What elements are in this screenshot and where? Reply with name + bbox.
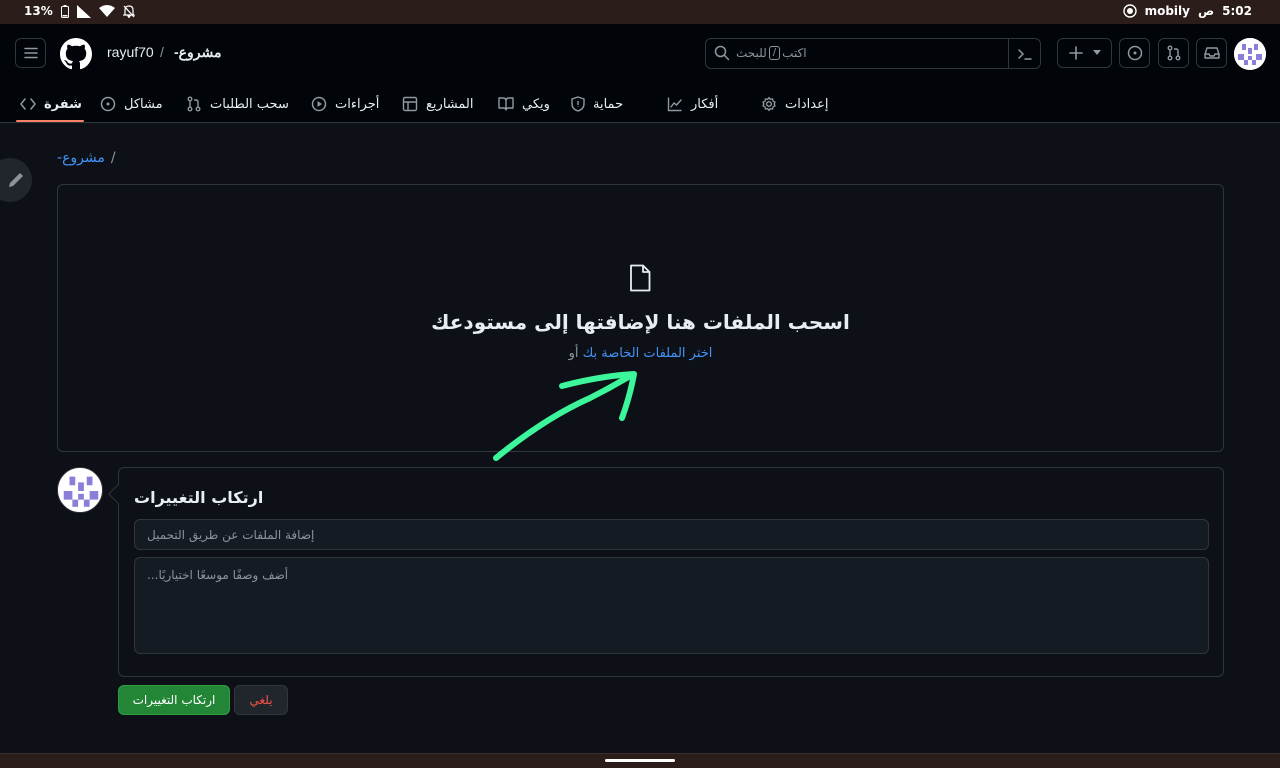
gesture-handle[interactable] — [605, 759, 675, 762]
tab-label: أجراءات — [335, 96, 380, 112]
play-icon — [311, 96, 327, 112]
battery-level: 13% — [24, 4, 53, 18]
tab-label: إعدادات — [785, 96, 829, 112]
commit-description-textarea[interactable] — [135, 558, 1208, 653]
tab-label: شفرة — [44, 96, 82, 112]
search-placeholder: اكتب / للبحث — [736, 46, 807, 60]
tab-pull-requests[interactable]: سحب الطلبات — [186, 91, 289, 117]
repo-header: rayuf70 / -مشروع اكتب / للبحث شفرة مشاكل… — [0, 24, 1280, 123]
path-separator: / — [110, 150, 116, 166]
issues-button[interactable] — [1119, 38, 1150, 68]
tab-actions[interactable]: أجراءات — [311, 91, 379, 117]
am-pm: ص — [1197, 4, 1215, 18]
search-shortcut-key: / — [768, 46, 781, 60]
search-placeholder-end: للبحث — [736, 46, 767, 60]
signal-icon — [76, 4, 91, 18]
owner-link[interactable]: rayuf70 — [107, 44, 154, 60]
battery-icon — [60, 4, 69, 18]
book-icon — [498, 97, 514, 111]
pull-request-icon — [187, 96, 201, 112]
table-icon — [402, 96, 418, 112]
chevron-down-icon — [1092, 50, 1101, 55]
tab-label: المشاريع — [426, 96, 474, 112]
tab-issues[interactable]: مشاكل — [100, 91, 163, 117]
tab-label: أفكار — [691, 96, 719, 112]
tab-code[interactable]: شفرة — [20, 91, 82, 117]
cancel-button[interactable]: يلغي — [234, 685, 288, 715]
notifications-off-icon — [122, 4, 135, 18]
system-navigation-bar — [0, 753, 1280, 768]
drop-zone-title: اسحب الملفات هنا لإضافتها إلى مستودعك — [431, 310, 850, 334]
user-avatar[interactable] — [1234, 38, 1266, 70]
committer-avatar — [57, 467, 103, 513]
create-new-button[interactable] — [1057, 38, 1112, 68]
pull-requests-button[interactable] — [1158, 38, 1189, 68]
crumb-separator: / — [160, 44, 164, 60]
repo-nav-tabs: شفرة مشاكل سحب الطلبات أجراءات المشاريع … — [0, 87, 1280, 123]
commit-heading: ارتكاب التغييرات — [134, 488, 264, 507]
carrier-name: mobily — [1144, 4, 1190, 18]
commit-summary-input[interactable] — [135, 520, 1208, 549]
tab-security[interactable]: حماية — [571, 91, 623, 117]
identicon-icon — [58, 468, 102, 512]
shield-icon — [571, 96, 585, 112]
status-right: mobily ص 5:02 — [1122, 4, 1252, 18]
tab-wiki[interactable]: ويكي — [498, 91, 550, 117]
status-left: 13% — [24, 4, 135, 18]
search-placeholder-start: اكتب — [782, 46, 807, 60]
search-icon — [714, 45, 730, 61]
search-box[interactable]: اكتب / للبحث — [705, 38, 1041, 69]
tab-label: مشاكل — [124, 96, 163, 112]
code-icon — [20, 98, 36, 110]
commit-changes-button[interactable]: ارتكاب التغييرات — [118, 685, 230, 715]
gear-icon — [762, 96, 776, 112]
terminal-icon — [1017, 48, 1032, 60]
tab-projects[interactable]: المشاريع — [402, 91, 473, 117]
plus-icon — [1068, 46, 1083, 60]
issue-icon — [100, 96, 116, 112]
annotation-arrow-icon — [493, 371, 637, 461]
tab-label: حماية — [593, 96, 624, 112]
commit-description-field[interactable] — [134, 557, 1209, 654]
active-tab-indicator — [16, 120, 84, 122]
hamburger-icon — [23, 47, 38, 59]
tab-insights[interactable]: أفكار — [667, 91, 718, 117]
identicon-icon — [1234, 38, 1266, 70]
path-repo-link[interactable]: -مشروع — [57, 150, 105, 166]
inbox-icon — [1203, 47, 1220, 59]
file-icon — [630, 264, 651, 292]
record-icon — [1122, 4, 1137, 18]
tab-settings[interactable]: إعدادات — [761, 91, 828, 117]
tab-label: سحب الطلبات — [210, 96, 289, 112]
repo-link[interactable]: -مشروع — [174, 44, 222, 61]
edit-floating-button[interactable] — [0, 158, 32, 202]
command-palette-button[interactable] — [1008, 39, 1040, 68]
or-text: أو — [568, 346, 579, 361]
issue-icon — [1127, 45, 1142, 61]
system-status-bar: 13% mobily ص 5:02 — [0, 0, 1280, 24]
wifi-icon — [98, 5, 115, 17]
file-path-breadcrumb: -مشروع / — [57, 150, 116, 166]
tab-label: ويكي — [522, 96, 550, 112]
graph-icon — [667, 97, 682, 112]
menu-button[interactable] — [15, 38, 46, 68]
inbox-button[interactable] — [1196, 38, 1227, 68]
commit-summary-field[interactable] — [134, 519, 1209, 550]
pencil-icon — [9, 173, 23, 187]
github-logo-icon[interactable] — [60, 38, 92, 70]
pull-request-icon — [1167, 45, 1180, 61]
clock: 5:02 — [1222, 4, 1252, 18]
drop-zone-subtitle: اختر الملفات الخاصة بك أو — [57, 346, 1224, 361]
choose-files-link[interactable]: اختر الملفات الخاصة بك — [583, 346, 713, 361]
